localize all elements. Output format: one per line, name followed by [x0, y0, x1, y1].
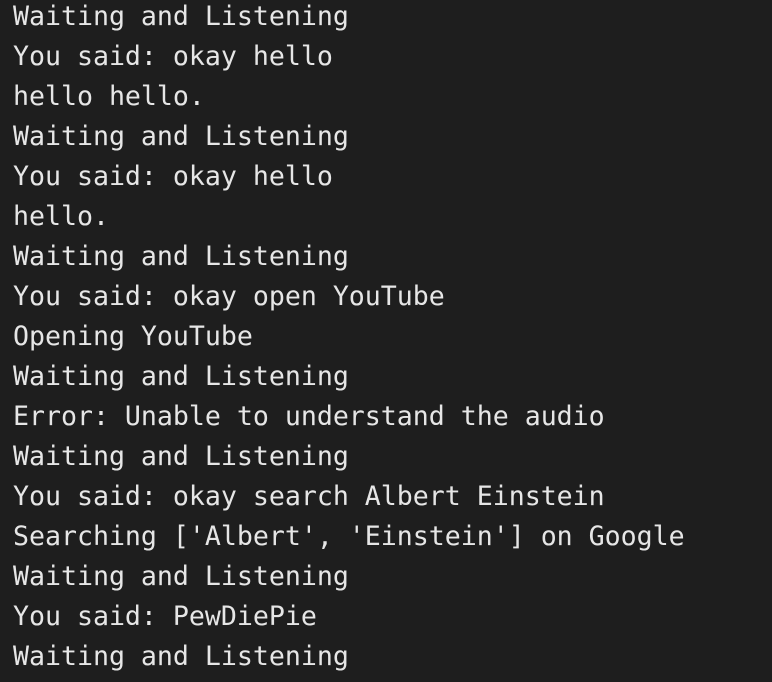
terminal-line: Waiting and Listening — [13, 121, 349, 152]
terminal-line: You said: PewDiePie — [13, 601, 317, 632]
terminal-line: hello. — [13, 201, 109, 232]
terminal-line: Waiting and Listening — [13, 361, 349, 392]
terminal-line: You said: okay open YouTube — [13, 281, 445, 312]
terminal-line: Waiting and Listening — [13, 1, 349, 32]
terminal-line: Waiting and Listening — [13, 441, 349, 472]
terminal-line: You said: okay hello — [13, 41, 333, 72]
terminal-line: Waiting and Listening — [13, 241, 349, 272]
terminal-line: Waiting and Listening — [13, 561, 349, 592]
terminal-line: hello hello. — [13, 81, 205, 112]
terminal-line: Waiting and Listening — [13, 641, 349, 672]
terminal-line: Opening YouTube — [13, 321, 253, 352]
terminal-line: Error: Unable to understand the audio — [13, 401, 605, 432]
terminal-line: You said: okay search Albert Einstein — [13, 481, 605, 512]
terminal-output: Waiting and Listening You said: okay hel… — [13, 0, 772, 680]
terminal-panel[interactable]: Waiting and Listening You said: okay hel… — [0, 0, 772, 682]
terminal-line: Searching ['Albert', 'Einstein'] on Goog… — [13, 521, 685, 552]
terminal-line: You said: okay hello — [13, 161, 333, 192]
